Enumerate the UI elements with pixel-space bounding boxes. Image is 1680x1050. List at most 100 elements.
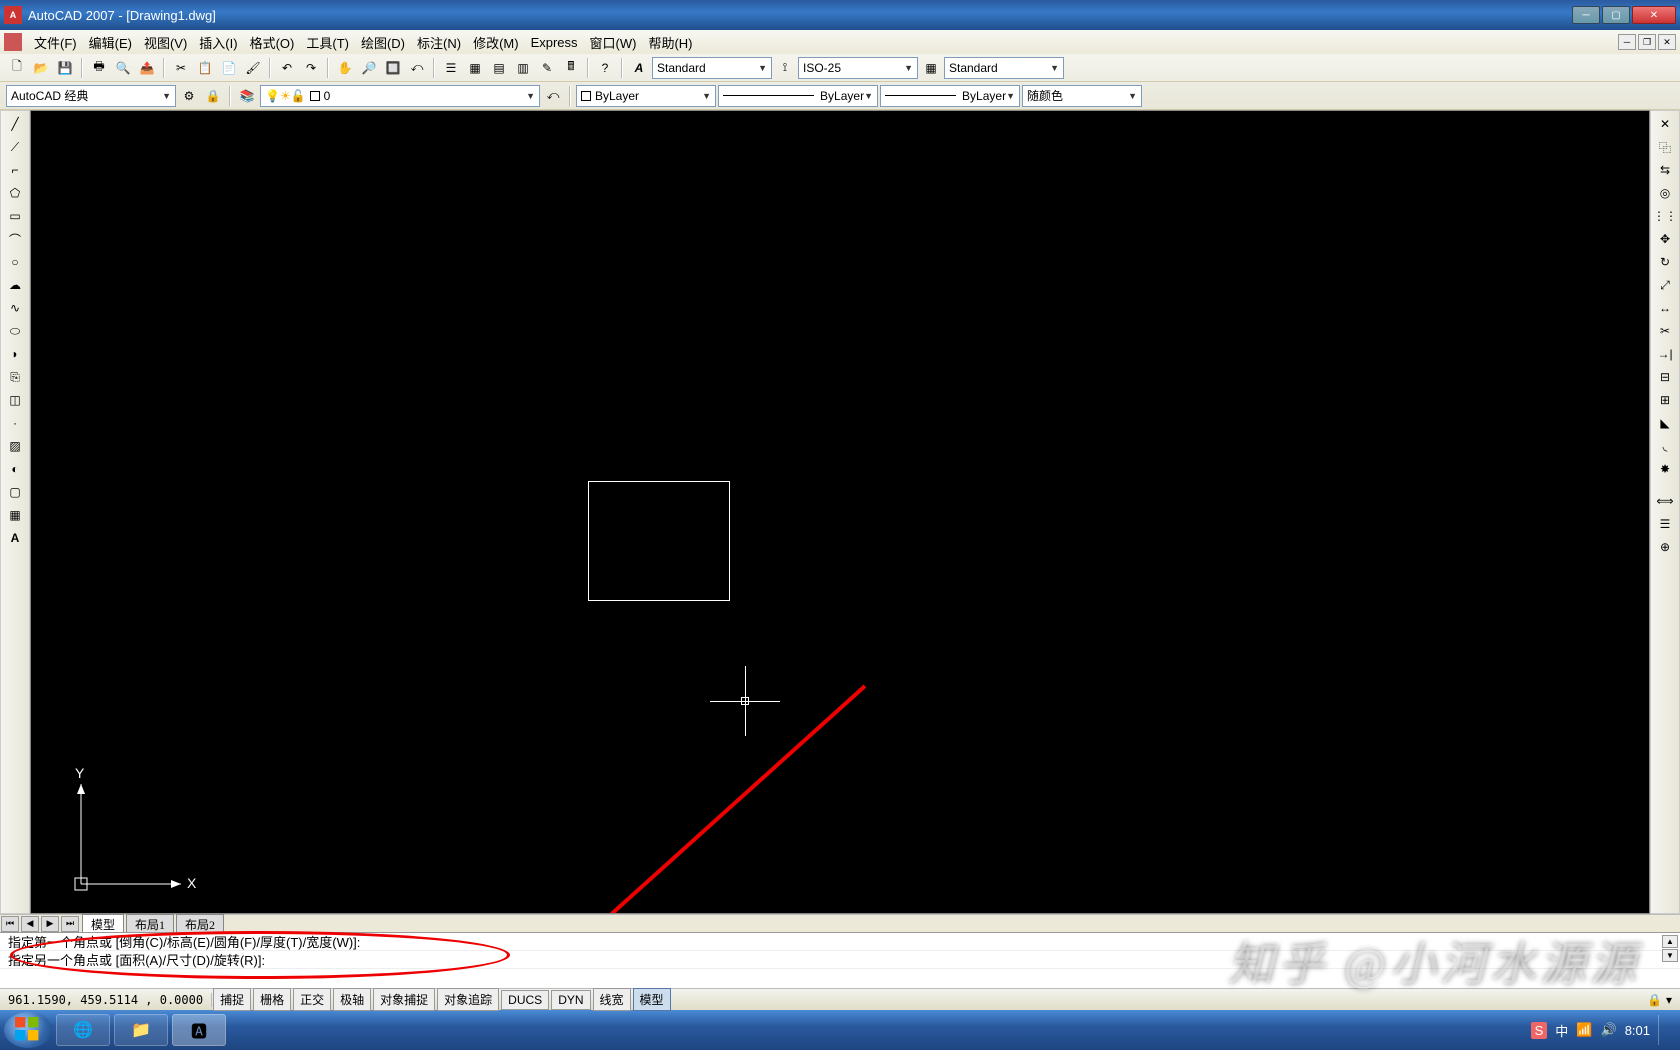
circle-tool-icon[interactable]: ○ bbox=[3, 251, 27, 273]
offset-tool-icon[interactable]: ◎ bbox=[1653, 182, 1677, 204]
fillet-tool-icon[interactable]: ◟ bbox=[1653, 435, 1677, 457]
dyn-toggle[interactable]: DYN bbox=[551, 990, 590, 1010]
snap-toggle[interactable]: 捕捉 bbox=[213, 988, 251, 1011]
ortho-toggle[interactable]: 正交 bbox=[293, 988, 331, 1011]
calc-icon[interactable]: 🖩 bbox=[560, 57, 582, 79]
copy-tool-icon[interactable]: ⿻ bbox=[1653, 136, 1677, 158]
tray-grip-icon[interactable]: ▾ bbox=[1666, 993, 1672, 1007]
tray-lock-icon[interactable]: 🔒 bbox=[1647, 993, 1662, 1007]
menu-express[interactable]: Express bbox=[525, 33, 584, 52]
break-tool-icon[interactable]: ⊟ bbox=[1653, 366, 1677, 388]
menu-help[interactable]: 帮助(H) bbox=[642, 31, 698, 54]
menu-tools[interactable]: 工具(T) bbox=[300, 31, 355, 54]
zoom-rt-icon[interactable]: 🔎 bbox=[358, 57, 380, 79]
mtext-tool-icon[interactable]: A bbox=[3, 527, 27, 549]
menu-window[interactable]: 窗口(W) bbox=[584, 31, 643, 54]
layer-combo[interactable]: 💡 ☀ 🔓 0 ▼ bbox=[260, 85, 540, 107]
revcloud-tool-icon[interactable]: ☁ bbox=[3, 274, 27, 296]
start-button[interactable] bbox=[4, 1012, 52, 1048]
menu-file[interactable]: 文件(F) bbox=[28, 31, 83, 54]
insertblock-tool-icon[interactable]: ⎘ bbox=[3, 366, 27, 388]
otrack-toggle[interactable]: 对象追踪 bbox=[437, 988, 499, 1011]
model-toggle[interactable]: 模型 bbox=[633, 988, 671, 1011]
trim-tool-icon[interactable]: ✂ bbox=[1653, 320, 1677, 342]
dimstyle-combo[interactable]: ISO-25▼ bbox=[798, 57, 918, 79]
chamfer-tool-icon[interactable]: ◣ bbox=[1653, 412, 1677, 434]
pan-icon[interactable]: ✋ bbox=[334, 57, 356, 79]
taskbar-item-1[interactable]: 🌐 bbox=[56, 1014, 110, 1046]
maximize-button[interactable]: ▢ bbox=[1602, 6, 1630, 24]
tab-next-button[interactable]: ▶ bbox=[41, 916, 59, 932]
linetype-combo[interactable]: ByLayer▼ bbox=[718, 85, 878, 107]
polar-toggle[interactable]: 极轴 bbox=[333, 988, 371, 1011]
extend-tool-icon[interactable]: →| bbox=[1653, 343, 1677, 365]
publish-icon[interactable]: 📤 bbox=[136, 57, 158, 79]
menu-format[interactable]: 格式(O) bbox=[244, 31, 301, 54]
menu-modify[interactable]: 修改(M) bbox=[467, 31, 525, 54]
clock[interactable]: 8:01 bbox=[1625, 1023, 1650, 1038]
ellipse-tool-icon[interactable]: ⬭ bbox=[3, 320, 27, 342]
join-tool-icon[interactable]: ⊞ bbox=[1653, 389, 1677, 411]
dimstyle-icon[interactable]: ⟟ bbox=[774, 57, 796, 79]
region-tool-icon[interactable]: ▢ bbox=[3, 481, 27, 503]
tab-prev-button[interactable]: ◀ bbox=[21, 916, 39, 932]
cmd-scroll-down-button[interactable]: ▼ bbox=[1662, 949, 1678, 962]
mdi-close-button[interactable]: ✕ bbox=[1658, 34, 1676, 50]
cmd-scroll-up-button[interactable]: ▲ bbox=[1662, 935, 1678, 948]
taskbar-item-2[interactable]: 📁 bbox=[114, 1014, 168, 1046]
workspace-settings-icon[interactable]: ⚙ bbox=[178, 85, 200, 107]
show-desktop-button[interactable] bbox=[1658, 1015, 1670, 1045]
paste-icon[interactable]: 📄 bbox=[218, 57, 240, 79]
list-tool-icon[interactable]: ☰ bbox=[1653, 513, 1677, 535]
matchprop-icon[interactable]: 🖌 bbox=[242, 57, 264, 79]
lineweight-combo[interactable]: ByLayer▼ bbox=[880, 85, 1020, 107]
ellipsearc-tool-icon[interactable]: ◗ bbox=[3, 343, 27, 365]
tab-layout1[interactable]: 布局1 bbox=[126, 914, 174, 934]
command-input[interactable] bbox=[8, 971, 1672, 986]
ime-indicator[interactable]: S bbox=[1531, 1022, 1548, 1039]
properties-icon[interactable]: ☰ bbox=[440, 57, 462, 79]
zoom-win-icon[interactable]: 🔲 bbox=[382, 57, 404, 79]
distance-tool-icon[interactable]: ⟺ bbox=[1653, 490, 1677, 512]
osnap-toggle[interactable]: 对象捕捉 bbox=[373, 988, 435, 1011]
sheetset-icon[interactable]: ▥ bbox=[512, 57, 534, 79]
xline-tool-icon[interactable]: ⟋ bbox=[3, 136, 27, 158]
zoom-prev-icon[interactable]: ⤺ bbox=[406, 57, 428, 79]
makeblock-tool-icon[interactable]: ◫ bbox=[3, 389, 27, 411]
markup-icon[interactable]: ✎ bbox=[536, 57, 558, 79]
locate-tool-icon[interactable]: ⊕ bbox=[1653, 536, 1677, 558]
plotstyle-combo[interactable]: 随颜色▼ bbox=[1022, 85, 1142, 107]
tablestyle-combo[interactable]: Standard▼ bbox=[944, 57, 1064, 79]
command-input-row[interactable] bbox=[0, 969, 1680, 987]
cut-icon[interactable]: ✂ bbox=[170, 57, 192, 79]
scale-tool-icon[interactable]: ⤢ bbox=[1653, 274, 1677, 296]
grid-toggle[interactable]: 栅格 bbox=[253, 988, 291, 1011]
layer-props-icon[interactable]: 📚 bbox=[236, 85, 258, 107]
tab-layout2[interactable]: 布局2 bbox=[176, 914, 224, 934]
taskbar-item-autocad[interactable]: 🅰 bbox=[172, 1014, 226, 1046]
tablestyle-icon[interactable]: ▦ bbox=[920, 57, 942, 79]
mirror-tool-icon[interactable]: ⇆ bbox=[1653, 159, 1677, 181]
menu-edit[interactable]: 编辑(E) bbox=[83, 31, 138, 54]
textstyle-combo[interactable]: Standard▼ bbox=[652, 57, 772, 79]
mdi-minimize-button[interactable]: ─ bbox=[1618, 34, 1636, 50]
gradient-tool-icon[interactable]: ◐ bbox=[3, 458, 27, 480]
network-icon[interactable]: 📶 bbox=[1576, 1022, 1592, 1038]
preview-icon[interactable]: 🔍 bbox=[112, 57, 134, 79]
rotate-tool-icon[interactable]: ↻ bbox=[1653, 251, 1677, 273]
copy-icon[interactable]: 📋 bbox=[194, 57, 216, 79]
mdi-restore-button[interactable]: ❐ bbox=[1638, 34, 1656, 50]
menu-draw[interactable]: 绘图(D) bbox=[355, 31, 411, 54]
polygon-tool-icon[interactable]: ⬠ bbox=[3, 182, 27, 204]
print-icon[interactable]: 🖶 bbox=[88, 57, 110, 79]
undo-icon[interactable]: ↶ bbox=[276, 57, 298, 79]
menu-dimension[interactable]: 标注(N) bbox=[411, 31, 467, 54]
menu-view[interactable]: 视图(V) bbox=[138, 31, 193, 54]
color-combo[interactable]: ByLayer▼ bbox=[576, 85, 716, 107]
tab-model[interactable]: 模型 bbox=[82, 914, 124, 934]
ime-lang-icon[interactable]: 中 bbox=[1555, 1021, 1568, 1040]
textstyle-icon[interactable]: A bbox=[628, 57, 650, 79]
toolpalette-icon[interactable]: ▤ bbox=[488, 57, 510, 79]
help-icon[interactable]: ? bbox=[594, 57, 616, 79]
array-tool-icon[interactable]: ⋮⋮ bbox=[1653, 205, 1677, 227]
